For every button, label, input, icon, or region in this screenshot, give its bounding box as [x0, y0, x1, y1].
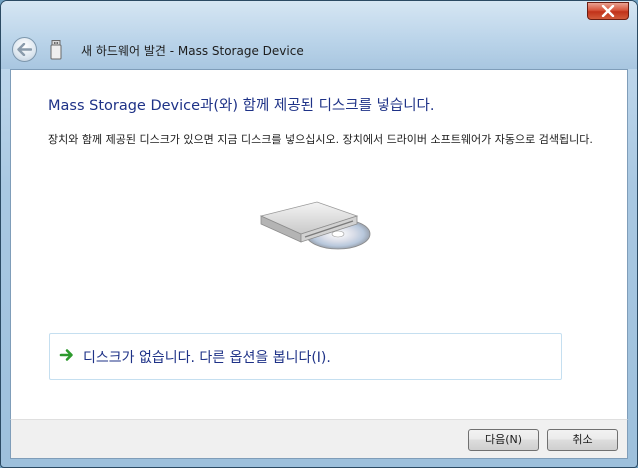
- next-button[interactable]: 다음(N): [468, 429, 539, 451]
- instructions-text: 장치와 함께 제공된 디스크가 있으면 지금 디스크를 넣으십시오. 장치에서 …: [48, 133, 593, 146]
- disc-drive-icon: [259, 201, 371, 250]
- close-icon: [601, 5, 615, 17]
- dialog-window: 새 하드웨어 발견 - Mass Storage Device Mass Sto…: [0, 0, 638, 468]
- no-disc-option-label: 디스크가 없습니다. 다른 옵션을 봅니다(I).: [83, 350, 331, 366]
- green-arrow-icon: [59, 349, 73, 361]
- title-bar: 새 하드웨어 발견 - Mass Storage Device: [1, 1, 637, 69]
- back-arrow-icon: [17, 43, 32, 56]
- page-heading: Mass Storage Device과(와) 함께 제공된 디스크를 넣습니다…: [48, 98, 435, 114]
- back-button[interactable]: [12, 37, 37, 62]
- content-panel: Mass Storage Device과(와) 함께 제공된 디스크를 넣습니다…: [10, 69, 628, 419]
- no-disc-option[interactable]: 디스크가 없습니다. 다른 옵션을 봅니다(I).: [49, 333, 562, 380]
- window-title: 새 하드웨어 발견 - Mass Storage Device: [81, 44, 304, 58]
- cancel-button[interactable]: 취소: [547, 429, 618, 451]
- usb-device-icon: [50, 40, 62, 60]
- footer-bar: 다음(N) 취소: [10, 419, 628, 459]
- close-button[interactable]: [587, 2, 629, 20]
